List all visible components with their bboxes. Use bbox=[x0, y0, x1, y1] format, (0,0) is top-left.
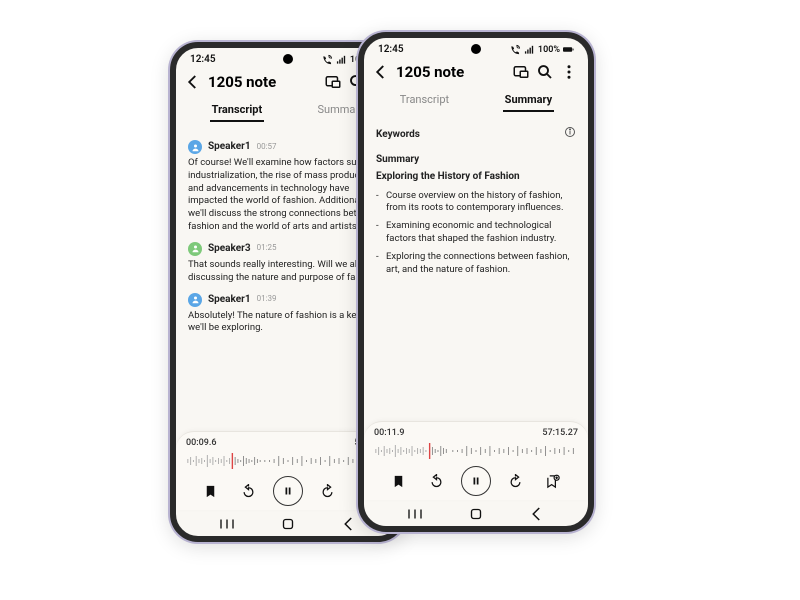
pip-button[interactable] bbox=[324, 73, 342, 91]
rewind-button[interactable] bbox=[235, 478, 261, 504]
chevron-left-icon bbox=[372, 63, 390, 81]
player-times: 00:11.9 57:15.27 bbox=[374, 428, 578, 438]
keywords-row: Keywords bbox=[376, 126, 576, 143]
page-title: 1205 note bbox=[208, 73, 318, 91]
pause-button[interactable] bbox=[273, 476, 303, 506]
tabs: Transcript Summary bbox=[364, 89, 588, 114]
speaker-name: Speaker1 bbox=[208, 293, 251, 307]
forward-icon bbox=[320, 484, 335, 499]
info-icon bbox=[564, 126, 576, 138]
page-title: 1205 note bbox=[396, 63, 506, 81]
speaker-time: 01:39 bbox=[257, 294, 277, 305]
chevron-left-icon bbox=[340, 515, 358, 533]
home-icon bbox=[279, 515, 297, 533]
nav-back-button[interactable] bbox=[528, 506, 546, 522]
speaker-time: 00:57 bbox=[257, 142, 277, 153]
current-time: 00:11.9 bbox=[374, 428, 404, 438]
home-icon bbox=[467, 505, 485, 523]
wifi-calling-icon bbox=[510, 44, 521, 55]
pip-icon bbox=[512, 63, 530, 81]
waveform-svg bbox=[374, 443, 578, 459]
status-icons: 100% bbox=[510, 44, 574, 55]
wifi-calling-icon bbox=[322, 54, 333, 65]
info-button[interactable] bbox=[564, 126, 576, 143]
rewind-icon bbox=[429, 474, 444, 489]
current-time: 00:09.6 bbox=[186, 438, 216, 448]
speaker-avatar bbox=[188, 242, 202, 256]
battery-icon bbox=[563, 44, 574, 55]
back-button[interactable] bbox=[184, 73, 202, 91]
nav-bar bbox=[364, 500, 588, 526]
speaker-name: Speaker3 bbox=[208, 242, 251, 256]
summary-bullet: Course overview on the history of fashio… bbox=[386, 190, 576, 216]
home-button[interactable] bbox=[467, 506, 485, 522]
recents-button[interactable] bbox=[218, 516, 236, 532]
signal-icon bbox=[524, 44, 535, 55]
keywords-label: Keywords bbox=[376, 128, 420, 142]
status-time: 12:45 bbox=[378, 44, 404, 55]
tab-transcript[interactable]: Transcript bbox=[210, 99, 265, 120]
summary-title: Exploring the History of Fashion bbox=[376, 170, 576, 184]
tab-transcript[interactable]: Transcript bbox=[398, 89, 451, 110]
recents-icon bbox=[406, 508, 424, 520]
phone-summary: 12:45 100% 1205 note Transcript Summary … bbox=[358, 32, 594, 532]
nav-back-button[interactable] bbox=[340, 516, 358, 532]
search-icon bbox=[536, 63, 554, 81]
person-icon bbox=[191, 143, 200, 152]
summary-bullet: Examining economic and technological fac… bbox=[386, 220, 576, 246]
chevron-left-icon bbox=[184, 73, 202, 91]
bookmark-add-icon bbox=[546, 474, 561, 489]
speaker-avatar bbox=[188, 140, 202, 154]
signal-icon bbox=[336, 54, 347, 65]
total-time: 57:15.27 bbox=[542, 428, 578, 438]
pip-button[interactable] bbox=[512, 63, 530, 81]
status-time: 12:45 bbox=[190, 54, 216, 65]
person-icon bbox=[191, 244, 200, 253]
summary-list: Course overview on the history of fashio… bbox=[376, 190, 576, 277]
camera-hole bbox=[471, 44, 481, 54]
speaker-name: Speaker1 bbox=[208, 140, 251, 154]
pip-icon bbox=[324, 73, 342, 91]
speaker-avatar bbox=[188, 293, 202, 307]
pause-button[interactable] bbox=[461, 466, 491, 496]
home-button[interactable] bbox=[279, 516, 297, 532]
header: 1205 note bbox=[364, 57, 588, 89]
summary-content: Keywords Summary Exploring the History o… bbox=[364, 114, 588, 421]
rewind-icon bbox=[241, 484, 256, 499]
forward-button[interactable] bbox=[503, 468, 529, 494]
battery-label: 100% bbox=[538, 45, 560, 55]
back-button[interactable] bbox=[372, 63, 390, 81]
pause-icon bbox=[282, 485, 294, 497]
more-vertical-icon bbox=[560, 63, 578, 81]
bookmark-button[interactable] bbox=[386, 468, 412, 494]
search-button[interactable] bbox=[536, 63, 554, 81]
summary-bullet: Exploring the connections between fashio… bbox=[386, 251, 576, 277]
forward-button[interactable] bbox=[315, 478, 341, 504]
waveform[interactable] bbox=[374, 442, 578, 460]
chevron-left-icon bbox=[528, 505, 546, 523]
camera-hole bbox=[283, 54, 293, 64]
more-button[interactable] bbox=[560, 63, 578, 81]
tab-summary[interactable]: Summary bbox=[503, 89, 555, 110]
recents-button[interactable] bbox=[406, 506, 424, 522]
player-controls bbox=[374, 460, 578, 498]
recents-icon bbox=[218, 518, 236, 530]
summary-heading: Summary bbox=[376, 153, 576, 167]
bookmark-icon bbox=[391, 474, 406, 489]
audio-player: 00:11.9 57:15.27 bbox=[364, 421, 588, 500]
pause-icon bbox=[470, 475, 482, 487]
person-icon bbox=[191, 295, 200, 304]
bookmark-add-button[interactable] bbox=[540, 468, 566, 494]
bookmark-icon bbox=[203, 484, 218, 499]
bookmark-button[interactable] bbox=[198, 478, 224, 504]
forward-icon bbox=[508, 474, 523, 489]
rewind-button[interactable] bbox=[423, 468, 449, 494]
speaker-time: 01:25 bbox=[257, 243, 277, 254]
